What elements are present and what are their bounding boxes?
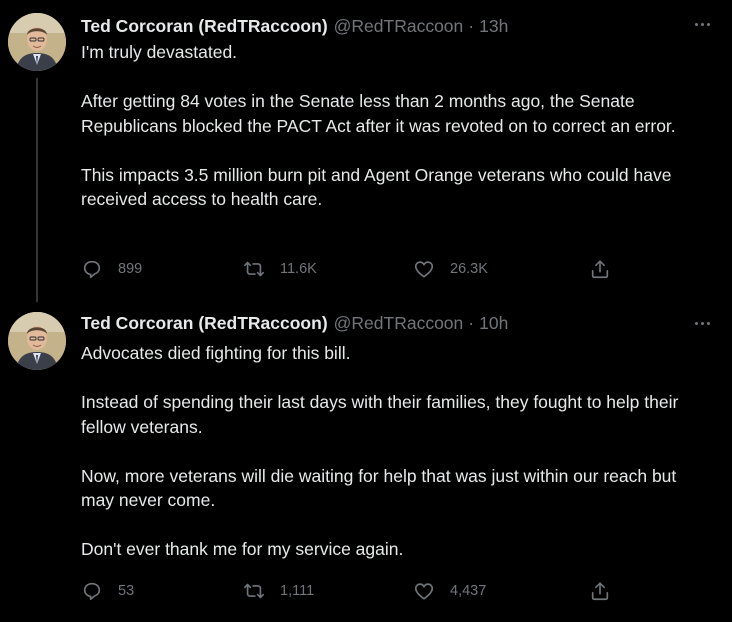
reply-count: 53 <box>118 583 135 599</box>
more-options-icon[interactable] <box>692 313 712 333</box>
reply-button[interactable]: 53 <box>81 578 134 604</box>
tweet[interactable]: Ted Corcoran (RedTRaccoon) @RedTRaccoon … <box>0 0 732 300</box>
like-button[interactable]: 26.3K <box>413 256 488 282</box>
retweet-button[interactable]: 1,111 <box>243 578 314 604</box>
separator-dot: · <box>468 15 475 36</box>
tweet-header: Ted Corcoran (RedTRaccoon) @RedTRaccoon … <box>81 311 508 335</box>
tweet-paragraph: This impacts 3.5 million burn pit and Ag… <box>81 164 672 210</box>
share-button[interactable] <box>589 578 611 604</box>
tweet-timestamp[interactable]: 13h <box>479 16 508 37</box>
tweet-paragraph: I'm truly devastated. <box>81 42 238 62</box>
reply-button[interactable]: 899 <box>81 256 142 282</box>
more-options-icon[interactable] <box>692 14 712 34</box>
avatar[interactable] <box>8 13 66 71</box>
like-count: 26.3K <box>450 261 488 277</box>
tweet-paragraph: Now, more veterans will die waiting for … <box>81 465 677 511</box>
author-name[interactable]: Ted Corcoran (RedTRaccoon) <box>81 313 328 334</box>
tweet-timestamp[interactable]: 10h <box>479 313 508 334</box>
retweet-icon <box>244 261 264 277</box>
tweet-text: I'm truly devastated. After getting 84 v… <box>81 40 711 212</box>
reply-count: 899 <box>118 261 143 277</box>
tweet-paragraph: Don't ever thank me for my service again… <box>81 539 404 559</box>
author-name[interactable]: Ted Corcoran (RedTRaccoon) <box>81 16 328 37</box>
tweet-header: Ted Corcoran (RedTRaccoon) @RedTRaccoon … <box>81 14 508 38</box>
tweet-actions: 899 11.6K 26.3K <box>81 256 621 282</box>
heart-icon <box>414 583 434 600</box>
separator-dot: · <box>468 312 475 333</box>
tweet[interactable]: Ted Corcoran (RedTRaccoon) @RedTRaccoon … <box>0 300 732 622</box>
retweet-count: 11.6K <box>280 261 317 277</box>
share-icon <box>591 582 609 601</box>
share-button[interactable] <box>589 256 611 282</box>
tweet-text: Advocates died fighting for this bill. I… <box>81 341 711 562</box>
like-button[interactable]: 4,437 <box>413 578 486 604</box>
retweet-button[interactable]: 11.6K <box>243 256 317 282</box>
tweet-paragraph: Advocates died fighting for this bill. <box>81 343 351 363</box>
reply-icon <box>83 260 101 279</box>
heart-icon <box>414 261 434 278</box>
share-icon <box>591 260 609 279</box>
retweet-count: 1,111 <box>280 583 315 599</box>
like-count: 4,437 <box>450 583 487 599</box>
author-handle[interactable]: @RedTRaccoon <box>334 16 464 37</box>
tweet-actions: 53 1,111 4,437 <box>81 578 621 604</box>
reply-icon <box>83 582 101 601</box>
author-handle[interactable]: @RedTRaccoon <box>334 313 464 334</box>
retweet-icon <box>244 583 264 599</box>
tweet-paragraph: After getting 84 votes in the Senate les… <box>81 91 676 136</box>
tweet-paragraph: Instead of spending their last days with… <box>81 392 679 437</box>
avatar[interactable] <box>8 312 66 370</box>
